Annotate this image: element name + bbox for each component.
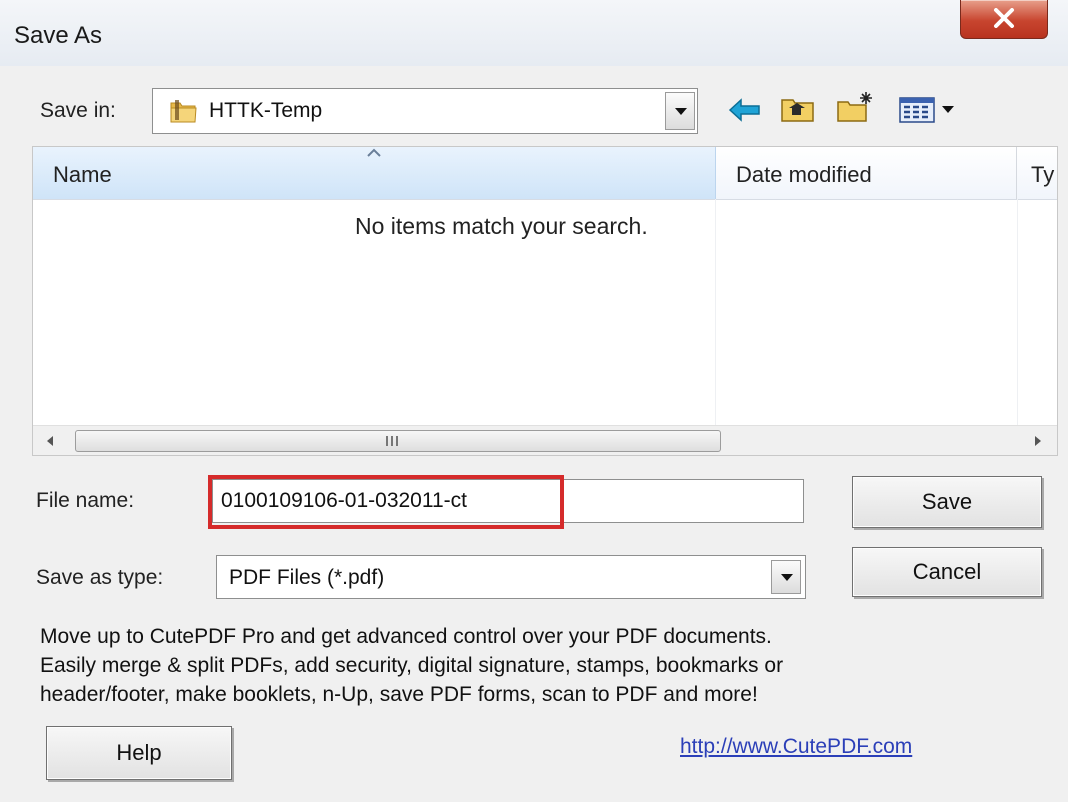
close-icon xyxy=(994,8,1014,28)
save-in-dropdown-button[interactable] xyxy=(665,92,695,130)
cutepdf-link[interactable]: http://www.CutePDF.com xyxy=(680,735,912,759)
promo-line: Move up to CutePDF Pro and get advanced … xyxy=(40,625,772,648)
column-label-type: Ty xyxy=(1031,162,1055,187)
scroll-right-arrow[interactable] xyxy=(1023,426,1051,455)
horizontal-scrollbar[interactable] xyxy=(33,425,1057,455)
save-as-type-value: PDF Files (*.pdf) xyxy=(229,566,385,589)
save-as-type-select[interactable]: PDF Files (*.pdf) xyxy=(216,555,806,599)
save-as-type-dropdown-button[interactable] xyxy=(771,560,801,594)
column-header-type[interactable]: Ty xyxy=(1017,147,1057,199)
scroll-grip-icon xyxy=(386,436,400,446)
folder-icon xyxy=(170,100,197,123)
save-as-type-label: Save as type: xyxy=(36,566,164,589)
promo-text: Move up to CutePDF Pro and get advanced … xyxy=(40,622,1020,709)
file-name-input[interactable] xyxy=(212,479,804,523)
column-header-name[interactable]: Name xyxy=(33,147,716,199)
sort-ascending-icon xyxy=(367,148,381,157)
save-in-combo[interactable]: HTTK-Temp xyxy=(152,88,698,134)
empty-list-message: No items match your search. xyxy=(355,213,648,239)
column-label-date-modified: Date modified xyxy=(736,162,872,187)
file-name-label: File name: xyxy=(36,489,135,512)
save-in-label: Save in: xyxy=(40,99,116,122)
promo-line: header/footer, make booklets, n-Up, save… xyxy=(40,683,758,706)
scroll-thumb[interactable] xyxy=(75,430,721,452)
window-title: Save As xyxy=(14,22,103,49)
help-button[interactable]: Help xyxy=(46,726,232,780)
chevron-down-icon xyxy=(781,574,793,581)
column-label-name: Name xyxy=(53,162,112,187)
new-folder-icon[interactable] xyxy=(836,90,876,124)
title-bar[interactable]: Save As xyxy=(0,0,1068,66)
scroll-left-arrow[interactable] xyxy=(39,426,67,455)
column-header-date-modified[interactable]: Date modified xyxy=(716,147,1017,199)
save-button[interactable]: Save xyxy=(852,476,1042,528)
cancel-button[interactable]: Cancel xyxy=(852,547,1042,597)
column-divider xyxy=(715,199,716,425)
promo-line: Easily merge & split PDFs, add security,… xyxy=(40,654,784,677)
save-as-dialog: Save As Save in: HTTK-Temp Name Date mod… xyxy=(0,0,1068,802)
close-button[interactable] xyxy=(960,0,1048,39)
list-header: Name Date modified Ty xyxy=(33,147,1057,200)
view-menu-icon[interactable] xyxy=(898,94,960,124)
up-folder-icon[interactable] xyxy=(780,94,816,124)
save-in-value: HTTK-Temp xyxy=(209,99,323,122)
back-arrow-icon[interactable] xyxy=(728,97,762,123)
column-divider xyxy=(1017,199,1018,425)
file-list[interactable]: Name Date modified Ty No items match you… xyxy=(32,146,1058,456)
chevron-down-icon xyxy=(675,108,687,115)
